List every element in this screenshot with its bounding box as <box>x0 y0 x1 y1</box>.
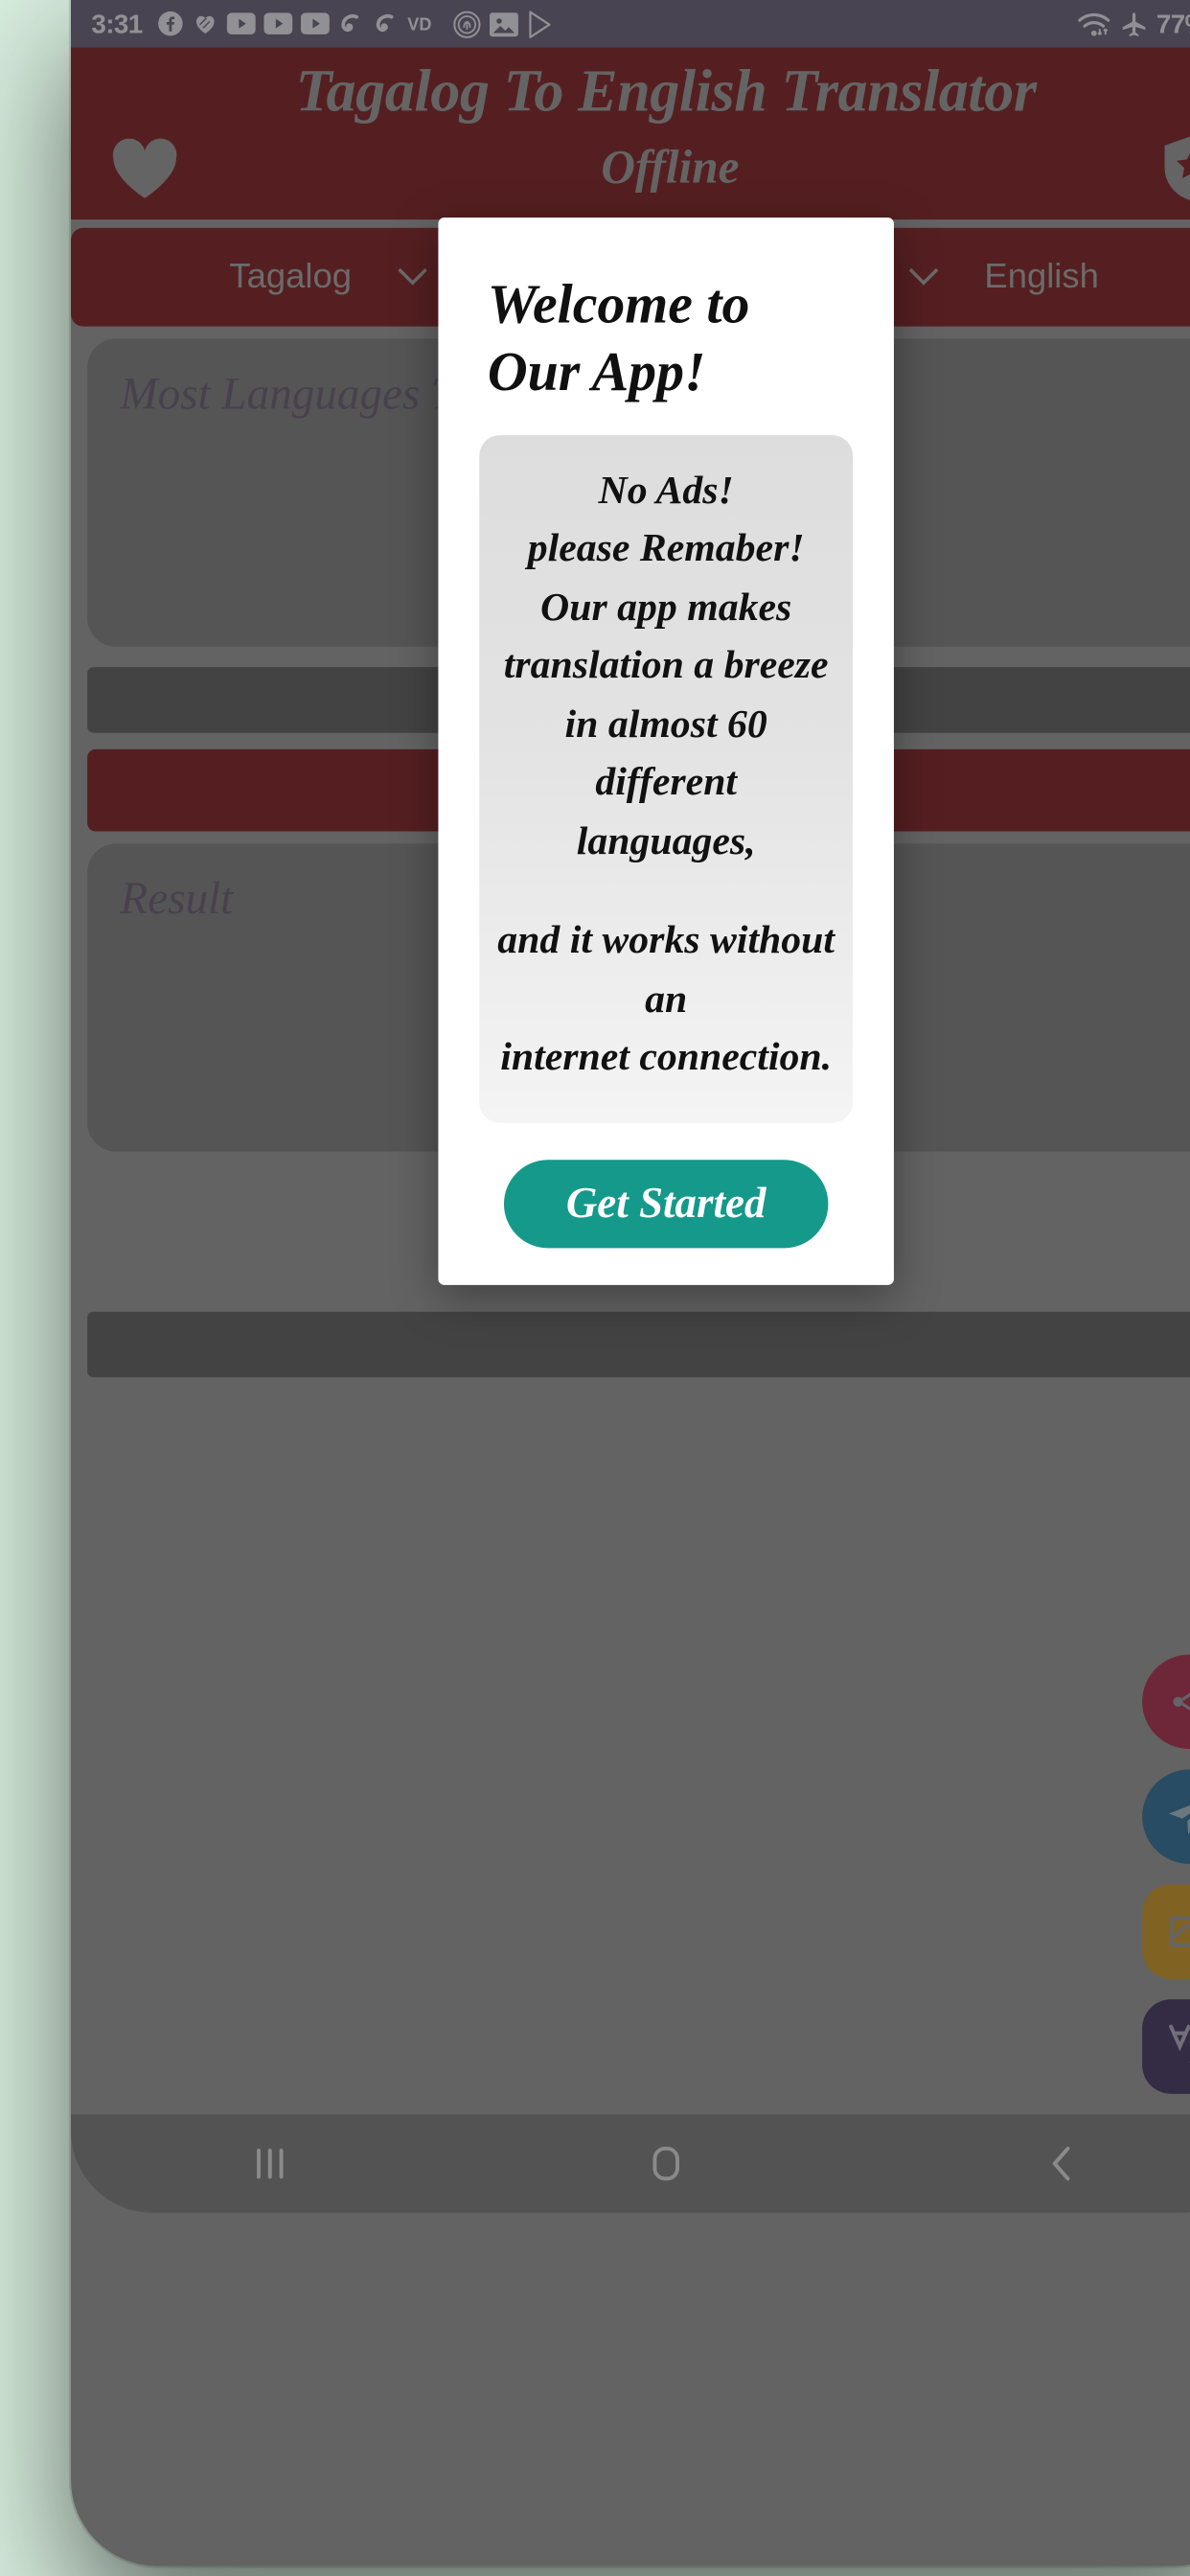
welcome-dialog: Welcome to Our App! No Ads! please Remab… <box>438 218 894 1284</box>
dialog-message-line: No Ads! <box>598 470 734 514</box>
dialog-title-line-1: Welcome to <box>487 272 750 335</box>
dialog-message-gap <box>495 873 836 914</box>
dialog-message-line: translation a breeze <box>503 645 829 689</box>
dialog-title-line-2: Our App! <box>487 340 706 402</box>
dialog-message-line: please Remaber! <box>527 528 805 572</box>
dialog-actions: Get Started <box>479 1159 853 1248</box>
dialog-message-card: No Ads! please Remaber! Our app makes tr… <box>479 434 854 1122</box>
get-started-button[interactable]: Get Started <box>504 1159 828 1248</box>
dialog-message-line: internet connection. <box>500 1036 833 1080</box>
phone-screen: 3:31 VD <box>71 0 1190 2566</box>
dialog-message-line: Our app makes <box>540 586 792 631</box>
dialog-message-line: languages, <box>576 820 756 864</box>
dialog-title: Welcome to Our App! <box>488 271 853 406</box>
dialog-message-line: and it works without an <box>497 919 835 1022</box>
dialog-message-line: in almost 60 different <box>564 703 767 806</box>
